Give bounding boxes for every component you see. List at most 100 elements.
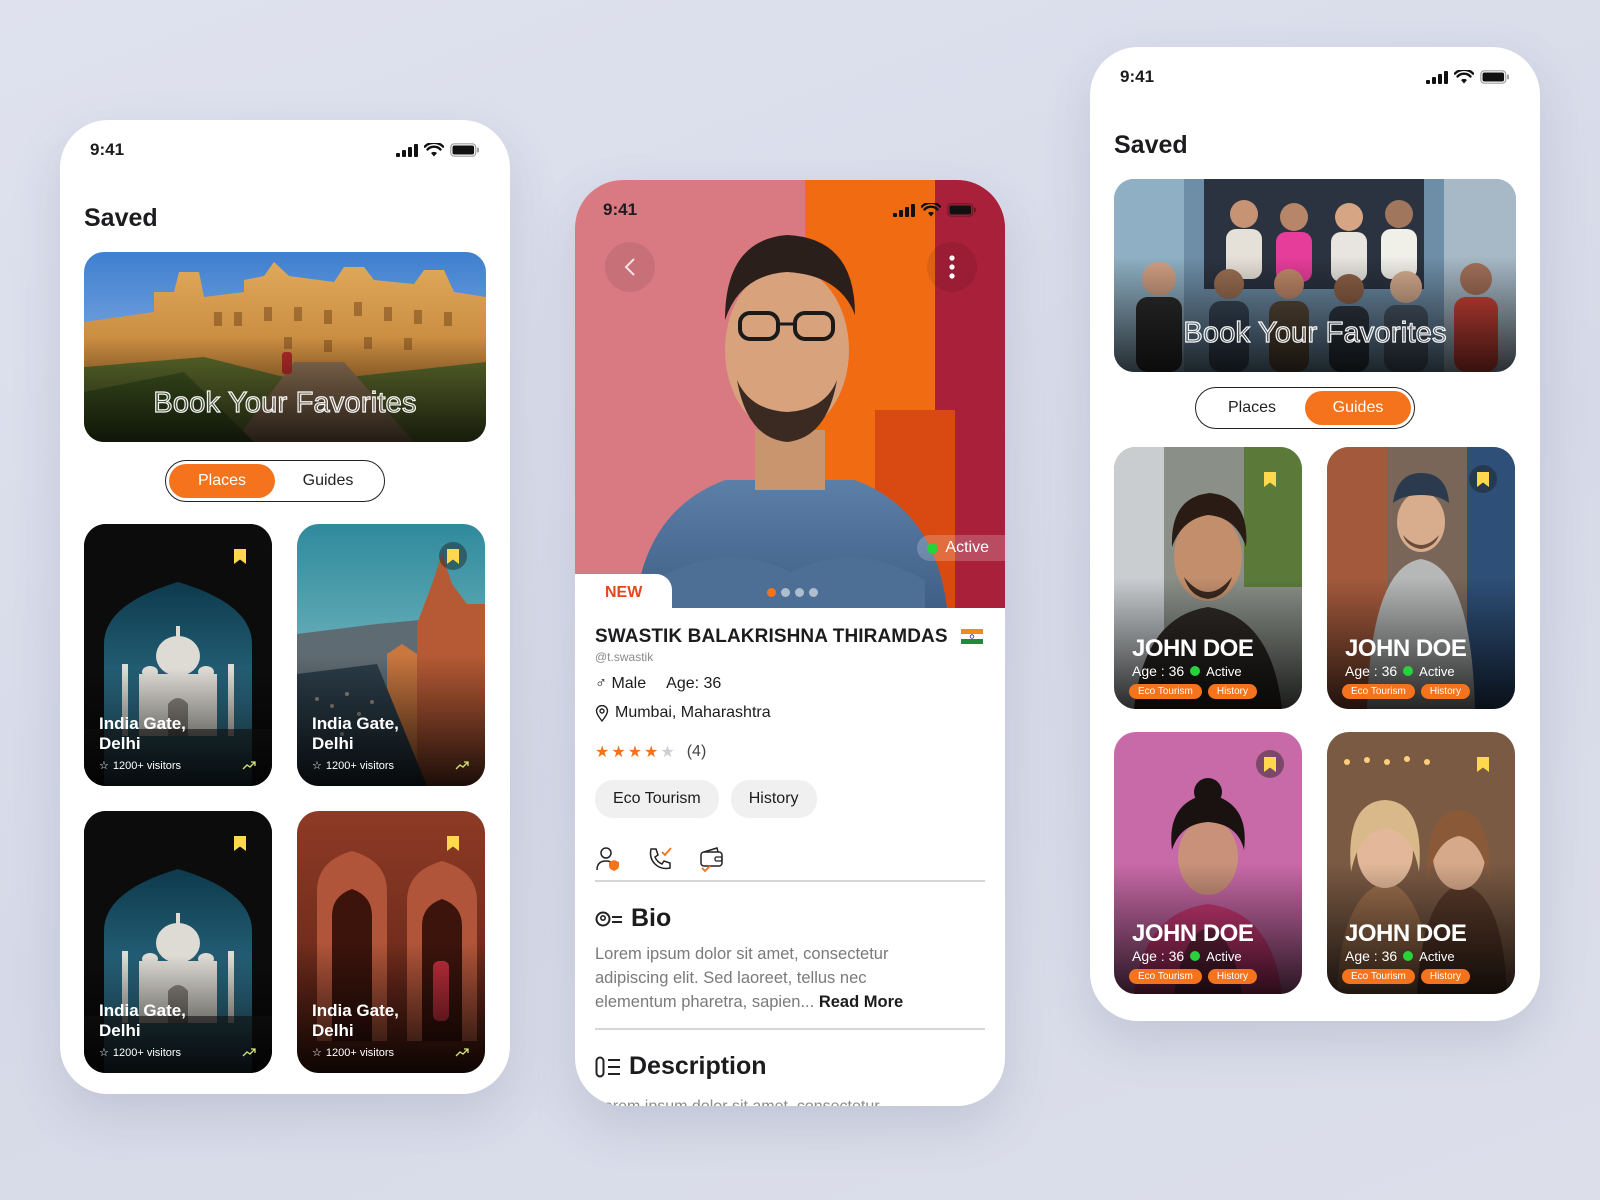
tab-places[interactable]: Places xyxy=(169,464,275,498)
place-card[interactable]: India Gate, Delhi ☆ 1200+ visitors xyxy=(84,811,272,1073)
guide-age: Age : 36 xyxy=(1132,663,1185,679)
active-status-badge: Active xyxy=(917,535,1005,561)
guide-card[interactable]: JOHN DOE Age : 36 Active Eco Tourism Histo… xyxy=(1114,447,1302,709)
place-card[interactable]: India Gate, Delhi ☆ 1200+ visitors xyxy=(297,811,485,1073)
guide-name-text: SWASTIK BALAKRISHNA THIRAMDAS xyxy=(595,626,948,647)
hero-banner[interactable]: Book Your Favorites xyxy=(1114,179,1516,372)
back-button[interactable] xyxy=(605,242,655,292)
location-pin-icon xyxy=(595,704,609,722)
read-more-link[interactable]: Read More xyxy=(819,993,903,1011)
description-title: Description xyxy=(629,1052,767,1080)
visitor-count: 1200+ visitors xyxy=(112,1046,182,1059)
star-outline-icon: ☆ xyxy=(99,760,109,772)
status-time: 9:41 xyxy=(90,140,125,159)
battery-icon xyxy=(1480,70,1509,84)
guide-card[interactable]: JOHN DOE Age : 36 Active Eco Tourism Histo… xyxy=(1327,732,1515,994)
male-icon: ♂ xyxy=(595,675,607,692)
tag-chip: History xyxy=(1207,684,1257,699)
bookmark-icon[interactable] xyxy=(1256,750,1284,778)
guide-age: Age : 36 xyxy=(1132,948,1185,964)
bookmark-icon[interactable] xyxy=(1469,465,1497,493)
star-filled-icon: ★ xyxy=(595,744,610,761)
pager-dot[interactable] xyxy=(767,588,776,597)
description-heading: Description xyxy=(595,1052,767,1081)
tag-history[interactable]: History xyxy=(730,780,817,818)
online-dot-icon xyxy=(1403,951,1414,961)
guide-name: SWASTIK BALAKRISHNA THIRAMDAS xyxy=(595,626,984,648)
hero-caption: Book Your Favorites xyxy=(1183,316,1447,349)
guide-handle: @t.swastik xyxy=(595,650,654,664)
guide-card[interactable]: JOHN DOE Age : 36 Active Eco Tourism Histo… xyxy=(1114,732,1302,994)
chevron-left-icon xyxy=(624,258,635,276)
guide-photo: 9:41 Active NEW xyxy=(575,180,1005,608)
trending-up-icon xyxy=(455,1048,469,1057)
photo-pager[interactable] xyxy=(767,588,818,597)
bookmark-icon[interactable] xyxy=(226,829,254,857)
guide-status: Active xyxy=(1206,948,1242,964)
bio-title: Bio xyxy=(631,904,672,932)
tag-chip: History xyxy=(1420,969,1470,984)
signal-icon xyxy=(1426,70,1448,84)
more-options-button[interactable] xyxy=(927,242,977,292)
star-filled-icon: ★ xyxy=(627,744,643,761)
tab-places[interactable]: Places xyxy=(1199,391,1305,425)
bookmark-icon[interactable] xyxy=(439,542,467,570)
visitor-count: 1200+ visitors xyxy=(325,759,395,772)
online-dot-icon xyxy=(927,542,939,554)
hero-banner[interactable]: Book Your Favorites xyxy=(84,252,486,442)
pager-dot[interactable] xyxy=(781,588,790,597)
status-bar: 9:41 xyxy=(575,180,1005,240)
signal-icon xyxy=(893,203,915,217)
rating: ★ ★ ★ ★ ★ (4) xyxy=(595,742,706,762)
rating-count: (4) xyxy=(686,743,707,760)
user-verified-icon[interactable] xyxy=(595,846,621,872)
tag-eco-tourism[interactable]: Eco Tourism xyxy=(595,780,719,818)
tab-guides[interactable]: Guides xyxy=(275,464,381,498)
place-card[interactable]: India Gate, Delhi ☆ 1200+ visitors xyxy=(84,524,272,786)
age-field: Age: 36 xyxy=(666,675,722,692)
tag-chip: Eco Tourism xyxy=(1129,684,1202,699)
guide-name: JOHN DOE xyxy=(1132,920,1254,947)
gender-field: ♂ Male xyxy=(595,675,646,693)
place-name: India Gate, Delhi xyxy=(312,1001,399,1040)
guide-age: Age : 36 xyxy=(1345,663,1398,679)
wallet-check-icon[interactable] xyxy=(699,846,725,872)
online-dot-icon xyxy=(1190,666,1201,676)
places-guides-toggle: Places Guides xyxy=(1195,387,1415,429)
more-vertical-icon xyxy=(949,255,955,279)
star-filled-icon: ★ xyxy=(611,744,626,761)
trending-up-icon xyxy=(242,761,256,770)
bookmark-icon[interactable] xyxy=(1469,750,1497,778)
tag-chip: Eco Tourism xyxy=(1342,684,1415,699)
guide-card[interactable]: JOHN DOE Age : 36 Active Eco Tourism Histo… xyxy=(1327,447,1515,709)
page-title: Saved xyxy=(84,204,158,232)
page-title: Saved xyxy=(1114,131,1188,159)
star-empty-icon: ★ xyxy=(660,744,675,761)
tab-guides[interactable]: Guides xyxy=(1305,391,1411,425)
status-bar: 9:41 xyxy=(1090,47,1540,107)
saved-places-screen: 9:41 Saved Book Your Favorites Places Gu… xyxy=(60,120,510,1094)
bookmark-icon[interactable] xyxy=(226,542,254,570)
tag-chip: History xyxy=(1207,969,1257,984)
visitor-count: 1200+ visitors xyxy=(325,1046,395,1059)
place-card[interactable]: India Gate, Delhi ☆ 1200+ visitors xyxy=(297,524,485,786)
tag-chip: History xyxy=(1420,684,1470,699)
location-text: Mumbai, Maharashtra xyxy=(615,704,771,721)
phone-check-icon[interactable] xyxy=(647,846,673,872)
pager-dot[interactable] xyxy=(809,588,818,597)
places-guides-toggle: Places Guides xyxy=(165,460,385,502)
guide-name: JOHN DOE xyxy=(1345,920,1467,947)
online-dot-icon xyxy=(1190,951,1201,961)
pager-dot[interactable] xyxy=(795,588,804,597)
place-name: India Gate, Delhi xyxy=(312,714,399,753)
star-outline-icon: ☆ xyxy=(312,760,322,772)
place-name: India Gate, Delhi xyxy=(99,1001,186,1040)
bookmark-icon[interactable] xyxy=(1256,465,1284,493)
tag-chip: Eco Tourism xyxy=(1129,969,1202,984)
india-flag-icon xyxy=(961,629,984,644)
bio-icon xyxy=(595,911,622,926)
bookmark-icon[interactable] xyxy=(439,829,467,857)
wifi-icon xyxy=(424,143,444,157)
visitor-count: 1200+ visitors xyxy=(112,759,182,772)
place-name: India Gate, Delhi xyxy=(99,714,186,753)
